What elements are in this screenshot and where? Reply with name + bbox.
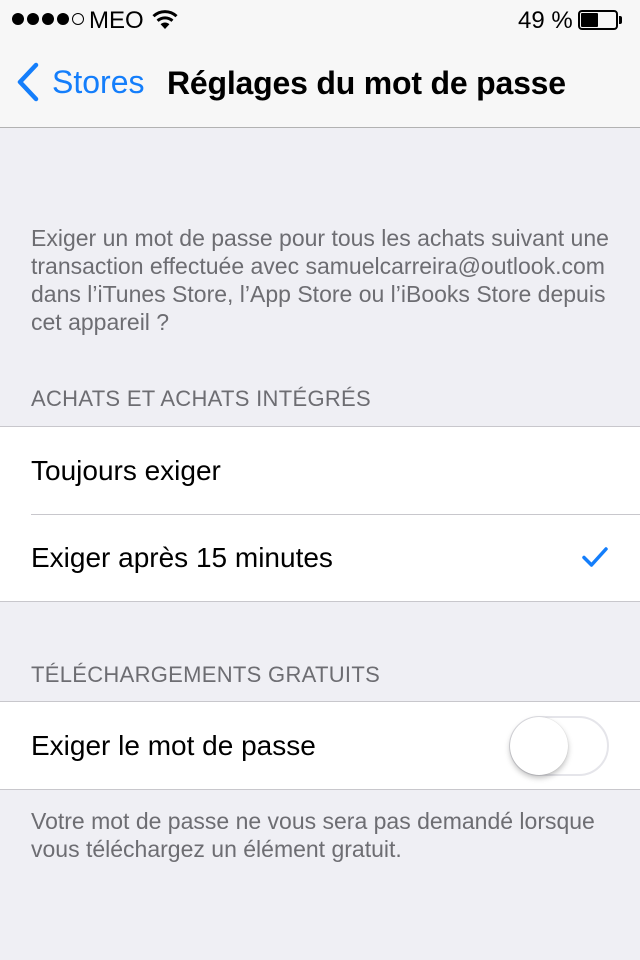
checkmark-icon	[582, 542, 608, 574]
section-header-purchases: ACHATS ET ACHATS INTÉGRÉS	[31, 386, 372, 411]
option-label: Exiger après 15 minutes	[31, 542, 333, 573]
navigation-bar: Stores Réglages du mot de passe	[0, 40, 640, 128]
description-text: Exiger un mot de passe pour tous les ach…	[31, 225, 609, 335]
option-require-after-15-minutes[interactable]: Exiger après 15 minutes	[31, 514, 640, 601]
back-button[interactable]: Stores	[16, 62, 144, 102]
toggle-knob	[510, 716, 568, 775]
battery-percentage: 49 %	[518, 7, 573, 34]
option-label: Toujours exiger	[31, 454, 221, 486]
option-always-require[interactable]: Toujours exiger	[0, 427, 640, 514]
chevron-left-icon	[17, 62, 39, 102]
footer-note: Votre mot de passe ne vous sera pas dema…	[31, 808, 595, 862]
section-header-free-downloads: TÉLÉCHARGEMENTS GRATUITS	[31, 662, 381, 687]
free-downloads-group: Exiger le mot de passe	[0, 701, 640, 790]
status-bar: MEO 49 %	[0, 0, 640, 40]
battery-icon	[578, 10, 624, 30]
require-password-row: Exiger le mot de passe	[0, 702, 640, 789]
require-password-toggle[interactable]	[509, 715, 609, 776]
toggle-label: Exiger le mot de passe	[31, 729, 316, 761]
back-label: Stores	[52, 63, 145, 100]
page-title: Réglages du mot de passe	[167, 65, 566, 101]
purchases-options-group: Toujours exiger Exiger après 15 minutes	[0, 426, 640, 602]
wifi-icon	[152, 8, 178, 35]
carrier-name: MEO	[89, 7, 144, 34]
signal-strength-icon	[12, 13, 84, 25]
